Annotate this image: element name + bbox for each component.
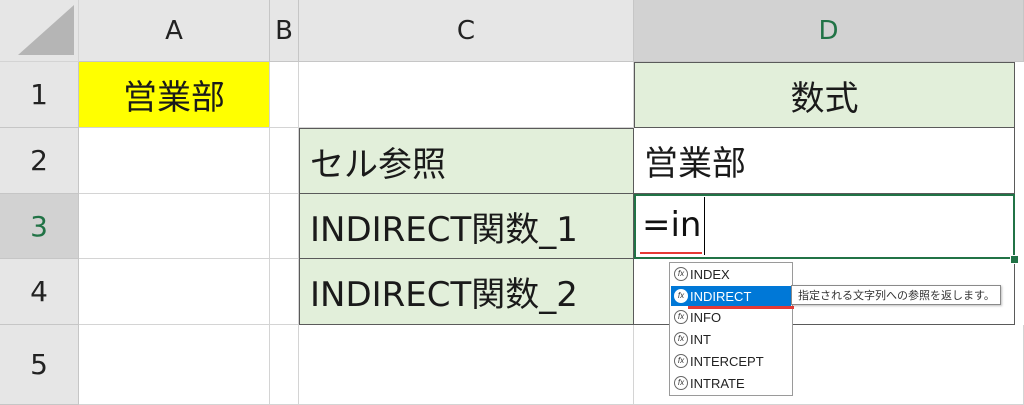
column-header-c[interactable]: C bbox=[299, 0, 634, 62]
row-header-2[interactable]: 2 bbox=[0, 128, 79, 194]
cell-a5[interactable] bbox=[79, 325, 270, 405]
column-header-d[interactable]: D bbox=[634, 0, 1024, 62]
cell-d1[interactable]: 数式 bbox=[634, 62, 1015, 128]
autocomplete-item-intrate[interactable]: fx INTRATE bbox=[671, 373, 791, 393]
cell-b1[interactable] bbox=[270, 62, 299, 128]
row-header-5[interactable]: 5 bbox=[0, 325, 79, 405]
cell-a2[interactable] bbox=[79, 128, 270, 194]
autocomplete-item-intercept[interactable]: fx INTERCEPT bbox=[671, 351, 791, 371]
selected-item-underline bbox=[688, 306, 794, 309]
column-header-b[interactable]: B bbox=[270, 0, 299, 62]
cell-c4[interactable]: INDIRECT関数_2 bbox=[299, 259, 634, 325]
function-autocomplete-list[interactable]: fx INDEX fx INDIRECT fx INFO fx INT fx INTERC… bbox=[669, 262, 793, 396]
select-all-corner[interactable] bbox=[0, 0, 79, 62]
autocomplete-item-index[interactable]: fx INDEX bbox=[671, 264, 791, 284]
row-header-3[interactable]: 3 bbox=[0, 194, 79, 259]
cell-b3[interactable] bbox=[270, 194, 299, 259]
cell-b5[interactable] bbox=[270, 325, 299, 405]
cell-b4[interactable] bbox=[270, 259, 299, 325]
cell-b2[interactable] bbox=[270, 128, 299, 194]
cell-d2[interactable]: 営業部 bbox=[634, 128, 1015, 194]
text-caret bbox=[704, 197, 705, 255]
function-icon: fx bbox=[674, 354, 688, 368]
cell-c2[interactable]: セル参照 bbox=[299, 128, 634, 194]
function-tooltip: 指定される文字列への参照を返します。 bbox=[791, 285, 1001, 305]
row-header-1[interactable]: 1 bbox=[0, 62, 79, 128]
cell-edit-input[interactable]: =in bbox=[642, 205, 701, 245]
function-icon: fx bbox=[674, 376, 688, 390]
fill-handle[interactable] bbox=[1010, 255, 1019, 264]
cell-c3[interactable]: INDIRECT関数_1 bbox=[299, 194, 634, 259]
autocomplete-item-indirect[interactable]: fx INDIRECT bbox=[671, 286, 791, 306]
select-all-triangle-icon bbox=[18, 5, 74, 55]
function-icon: fx bbox=[674, 332, 688, 346]
column-header-a[interactable]: A bbox=[79, 0, 270, 62]
cell-a1[interactable]: 営業部 bbox=[79, 62, 270, 128]
function-icon: fx bbox=[674, 310, 688, 324]
function-icon: fx bbox=[674, 289, 688, 303]
edit-underline bbox=[640, 252, 702, 254]
autocomplete-item-info[interactable]: fx INFO bbox=[671, 307, 791, 327]
cell-a4[interactable] bbox=[79, 259, 270, 325]
cell-c5[interactable] bbox=[299, 325, 634, 405]
function-icon: fx bbox=[674, 267, 688, 281]
cell-c1[interactable] bbox=[299, 62, 634, 128]
autocomplete-item-int[interactable]: fx INT bbox=[671, 329, 791, 349]
cell-a3[interactable] bbox=[79, 194, 270, 259]
row-header-4[interactable]: 4 bbox=[0, 259, 79, 325]
